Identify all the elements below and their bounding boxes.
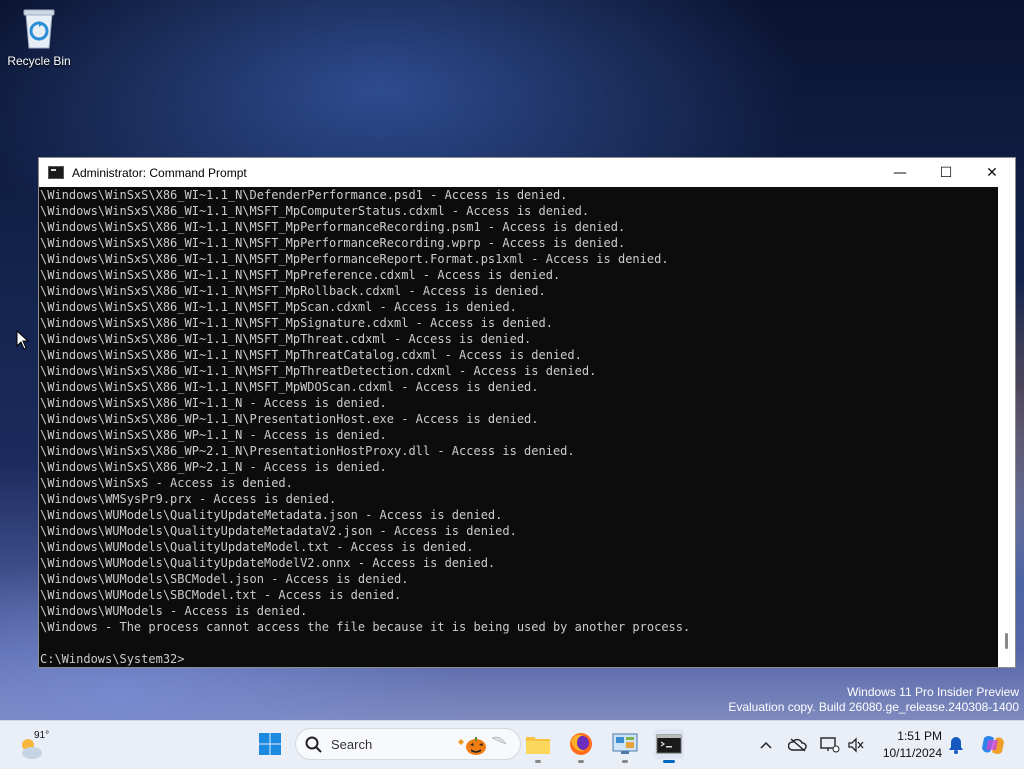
control-panel-icon [612,733,638,754]
show-hidden-icons-button[interactable] [756,735,776,755]
network-tray[interactable] [820,735,840,755]
network-monitor-icon [820,737,840,753]
clock-time: 1:51 PM [897,729,942,743]
console-line: \Windows\WinSxS\X86_WI~1.1_N\MSFT_MpWDOS… [40,380,539,394]
console-line: \Windows\WinSxS\X86_WI~1.1_N - Access is… [40,396,387,410]
command-prompt-icon [48,166,64,179]
folder-icon [526,737,550,754]
start-button[interactable] [255,729,285,759]
console-line: \Windows\WinSxS\X86_WI~1.1_N\MSFT_MpComp… [40,204,590,218]
console-line: \Windows\WUModels\QualityUpdateModelV2.o… [40,556,496,570]
console-line: \Windows\WinSxS\X86_WI~1.1_N\MSFT_MpPerf… [40,252,669,266]
terminal-icon [656,734,682,754]
console-line: \Windows\WUModels\SBCModel.json - Access… [40,572,409,586]
console-line: \Windows\WinSxS\X86_WI~1.1_N\MSFT_MpSign… [40,316,553,330]
volume-tray[interactable] [846,735,866,755]
console-line: \Windows\WMSysPr9.prx - Access is denied… [40,492,337,506]
weather-temperature: 91° [34,730,50,741]
console-line: \Windows\WinSxS\X86_WP~1.1_N - Access is… [40,428,387,442]
command-prompt-window[interactable]: Administrator: Command Prompt — ☐ ✕ \Win… [38,157,1016,668]
evaluation-watermark: Windows 11 Pro Insider Preview Evaluatio… [728,685,1019,715]
taskbar-firefox[interactable] [566,729,596,763]
console-line: \Windows\WUModels\QualityUpdateModel.txt… [40,540,474,554]
console-line: \Windows\WinSxS\X86_WI~1.1_N\MSFT_MpThre… [40,332,532,346]
watermark-edition: Windows 11 Pro Insider Preview [847,685,1019,699]
clock-date: 10/11/2024 [882,746,942,760]
windows-logo-icon [259,733,281,755]
console-line: \Windows\WinSxS\X86_WI~1.1_N\MSFT_MpThre… [40,348,582,362]
onedrive-tray[interactable] [788,735,808,755]
search-icon [305,736,322,753]
recycle-bin-label: Recycle Bin [7,54,71,68]
command-prompt-line: C:\Windows\System32> [40,652,185,666]
console-line: \Windows\WinSxS\X86_WP~1.1_N\Presentatio… [40,412,539,426]
console-line: \Windows\WinSxS\X86_WI~1.1_N\MSFT_MpRoll… [40,284,546,298]
console-line: \Windows\WUModels\SBCModel.txt - Access … [40,588,402,602]
weather-widget[interactable]: 91° [16,730,56,760]
taskbar-clock[interactable]: 1:51 PM 10/11/2024 [872,728,942,762]
vertical-scrollbar[interactable] [998,187,1015,667]
chevron-up-icon [760,741,772,749]
console-line: \Windows\WinSxS\X86_WI~1.1_N\MSFT_MpPref… [40,268,561,282]
console-line: \Windows\WinSxS\X86_WP~2.1_N\Presentatio… [40,444,575,458]
bell-icon [949,737,963,754]
console-line: \Windows\WUModels\QualityUpdateMetadata.… [40,508,503,522]
notifications-button[interactable] [946,735,966,755]
console-line: \Windows\WinSxS\X86_WI~1.1_N\MSFT_MpScan… [40,300,517,314]
console-line: \Windows\WinSxS\X86_WI~1.1_N\MSFT_MpThre… [40,364,597,378]
taskbar-file-explorer[interactable] [523,729,553,763]
copilot-icon [982,736,1004,754]
console-line: \Windows\WinSxS - Access is denied. [40,476,293,490]
pumpkin-highlight-icon [458,736,507,755]
console-line: \Windows\WUModels\QualityUpdateMetadataV… [40,524,517,538]
taskbar-search-box[interactable]: Search [295,728,521,760]
taskbar-command-prompt[interactable] [654,729,684,763]
console-line: \Windows\WinSxS\X86_WI~1.1_N\MSFT_MpPerf… [40,236,626,250]
scrollbar-thumb[interactable] [1005,633,1008,649]
speaker-muted-icon [848,737,864,753]
cloud-offline-icon [788,738,807,752]
console-line: \Windows\WinSxS\X86_WP~2.1_N - Access is… [40,460,387,474]
search-placeholder: Search [331,737,373,752]
taskbar-control-panel[interactable] [610,729,640,763]
recycle-bin-icon [20,6,58,50]
console-line: \Windows\WUModels - Access is denied. [40,604,308,618]
watermark-build: Evaluation copy. Build 26080.ge_release.… [728,700,1019,714]
window-titlebar[interactable]: Administrator: Command Prompt — ☐ ✕ [39,158,1015,187]
console-line: \Windows\WinSxS\X86_WI~1.1_N\MSFT_MpPerf… [40,220,626,234]
close-button[interactable]: ✕ [969,158,1015,187]
minimize-button[interactable]: — [877,158,923,187]
mouse-pointer-icon [16,329,30,350]
taskbar: 91° Search 1:51 PM 10/11/2024 [0,720,1024,769]
firefox-icon [570,733,592,755]
recycle-bin-shortcut[interactable]: Recycle Bin [6,6,72,68]
window-title: Administrator: Command Prompt [72,165,247,180]
console-output[interactable]: \Windows\WinSxS\X86_WI~1.1_N\DefenderPer… [39,187,1000,667]
maximize-button[interactable]: ☐ [923,158,969,187]
console-line: \Windows - The process cannot access the… [40,620,691,634]
copilot-button[interactable] [980,732,1006,758]
console-line: \Windows\WinSxS\X86_WI~1.1_N\DefenderPer… [40,188,568,202]
